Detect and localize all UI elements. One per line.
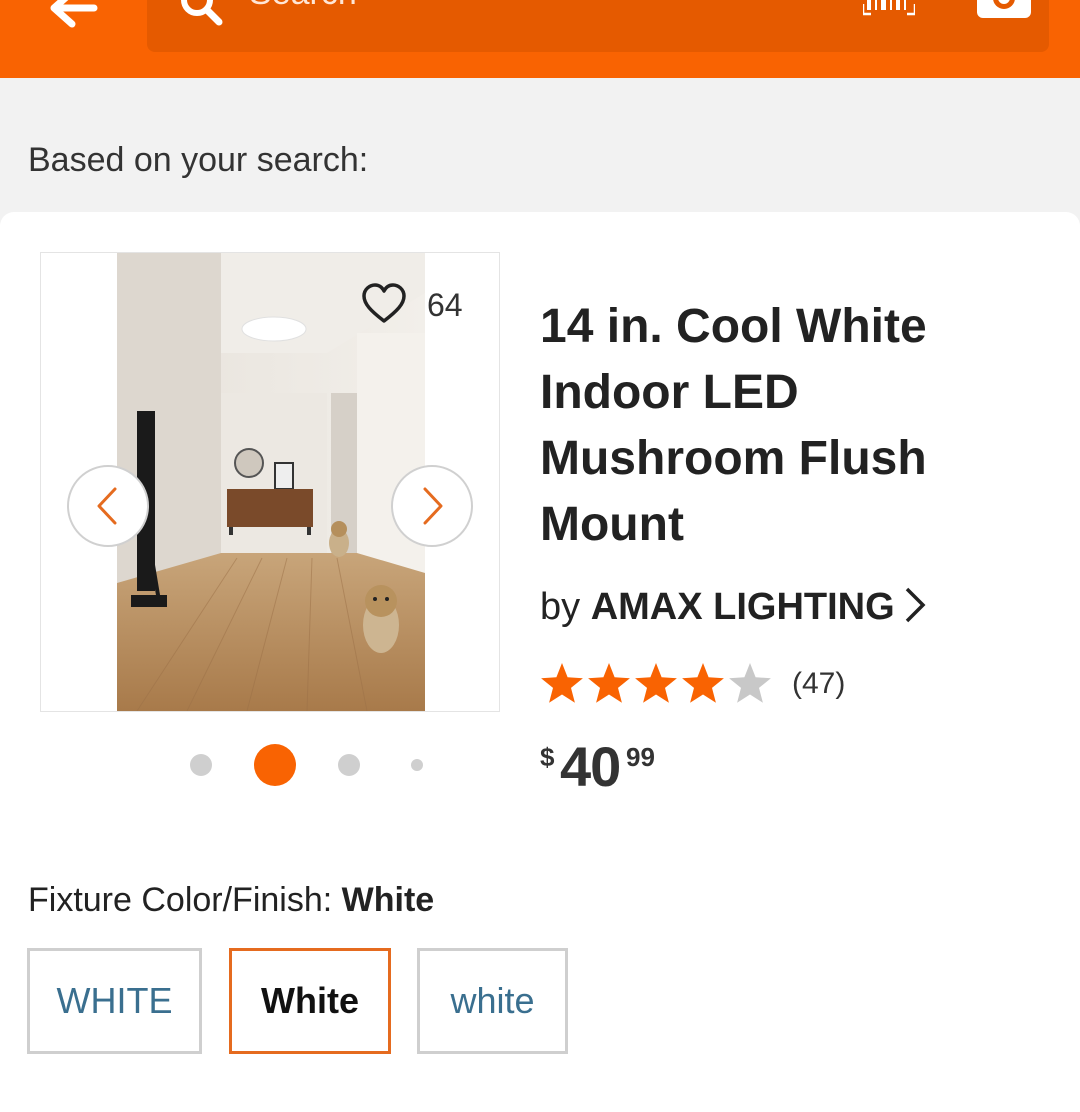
finish-label-text: Fixture Color/Finish: xyxy=(28,881,333,919)
carousel-dot-active[interactable] xyxy=(254,744,296,786)
carousel-pagination xyxy=(0,744,540,788)
star-filled-icon xyxy=(635,663,677,703)
chevron-right-icon xyxy=(423,487,443,525)
heart-icon[interactable] xyxy=(361,283,407,325)
section-label: Based on your search: xyxy=(28,141,369,179)
finish-option-1[interactable]: White xyxy=(229,948,391,1054)
product-card[interactable]: 64 14 in. Cool White Indoor LED Mushroom… xyxy=(0,212,1080,1112)
star-rating xyxy=(541,663,771,703)
camera-icon[interactable] xyxy=(975,0,1033,22)
chevron-right-icon xyxy=(905,587,926,623)
product-image-carousel[interactable]: 64 xyxy=(40,252,500,712)
price-cents: 99 xyxy=(626,742,655,772)
finish-option-label: WHITE xyxy=(56,980,173,1021)
search-bar[interactable]: Search xyxy=(147,0,1049,52)
app-header: Search xyxy=(0,0,1080,78)
finish-option-0[interactable]: WHITE xyxy=(27,948,202,1054)
chevron-left-icon xyxy=(97,487,117,525)
brand-name[interactable]: AMAX LIGHTING xyxy=(591,586,895,628)
carousel-next-button[interactable] xyxy=(391,465,473,547)
star-filled-icon xyxy=(588,663,630,703)
carousel-dot[interactable] xyxy=(190,754,212,776)
back-arrow-icon xyxy=(50,0,98,28)
review-count[interactable]: (47) xyxy=(792,664,845,704)
search-input-placeholder[interactable]: Search xyxy=(249,0,357,18)
search-icon xyxy=(181,0,223,26)
star-filled-icon xyxy=(541,663,583,703)
favorite-count: 64 xyxy=(427,287,463,323)
finish-option-2[interactable]: white xyxy=(417,948,568,1054)
finish-option-label: white xyxy=(450,980,535,1021)
brand-prefix: by xyxy=(540,586,581,628)
price-dollars: 40 xyxy=(560,735,621,798)
star-empty-icon xyxy=(729,663,771,703)
finish-label: Fixture Color/Finish: White xyxy=(28,880,434,920)
price-currency: $ xyxy=(540,742,555,772)
carousel-prev-button[interactable] xyxy=(67,465,149,547)
star-filled-icon xyxy=(682,663,724,703)
product-title[interactable]: 14 in. Cool White Indoor LED Mushroom Fl… xyxy=(540,294,1040,558)
finish-selected-value: White xyxy=(341,881,435,919)
brand-link[interactable]: by AMAX LIGHTING xyxy=(540,584,927,630)
back-button[interactable] xyxy=(44,0,104,34)
barcode-scan-icon[interactable] xyxy=(863,0,915,18)
carousel-dot[interactable] xyxy=(411,759,423,771)
finish-option-label: White xyxy=(261,980,359,1021)
carousel-dot[interactable] xyxy=(338,754,360,776)
